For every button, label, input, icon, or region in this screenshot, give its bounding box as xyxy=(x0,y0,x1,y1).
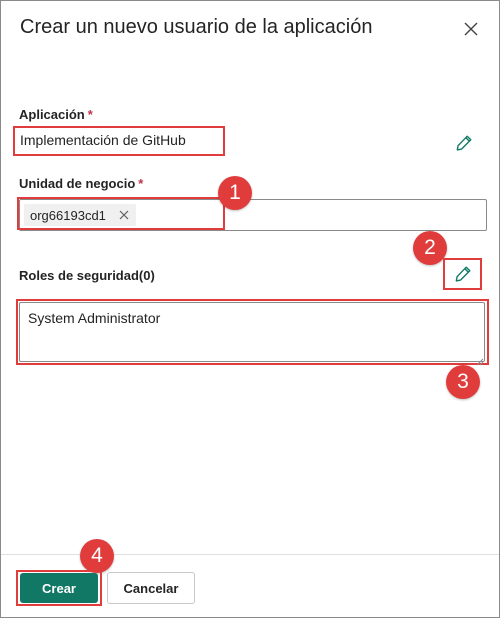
remove-tag-icon[interactable] xyxy=(118,209,130,221)
cancel-button[interactable]: Cancelar xyxy=(107,572,195,604)
required-mark: * xyxy=(87,107,93,122)
edit-roles-button[interactable] xyxy=(451,262,475,286)
business-unit-label: Unidad de negocio * xyxy=(19,176,144,191)
application-label: Aplicación * xyxy=(19,107,93,122)
step-badge-3: 3 xyxy=(446,365,480,399)
dialog-title: Crear un nuevo usuario de la aplicación xyxy=(20,16,373,38)
footer-divider xyxy=(1,554,499,555)
resize-handle-icon[interactable] xyxy=(476,353,484,366)
business-unit-tag: org66193cd1 xyxy=(24,204,136,226)
step-badge-2: 2 xyxy=(413,231,447,265)
create-button[interactable]: Crear xyxy=(20,573,98,603)
application-value: Implementación de GitHub xyxy=(13,126,225,156)
business-unit-tag-label: org66193cd1 xyxy=(30,207,106,223)
required-mark: * xyxy=(138,176,144,191)
edit-application-button[interactable] xyxy=(452,131,476,155)
step-badge-1: 1 xyxy=(218,176,252,210)
close-icon[interactable] xyxy=(459,17,483,41)
pencil-icon xyxy=(456,135,472,151)
step-badge-4: 4 xyxy=(80,539,114,573)
security-roles-label: Roles de seguridad(0) xyxy=(19,268,155,283)
pencil-icon xyxy=(455,266,471,282)
security-roles-textarea[interactable]: System Administrator xyxy=(19,302,485,362)
